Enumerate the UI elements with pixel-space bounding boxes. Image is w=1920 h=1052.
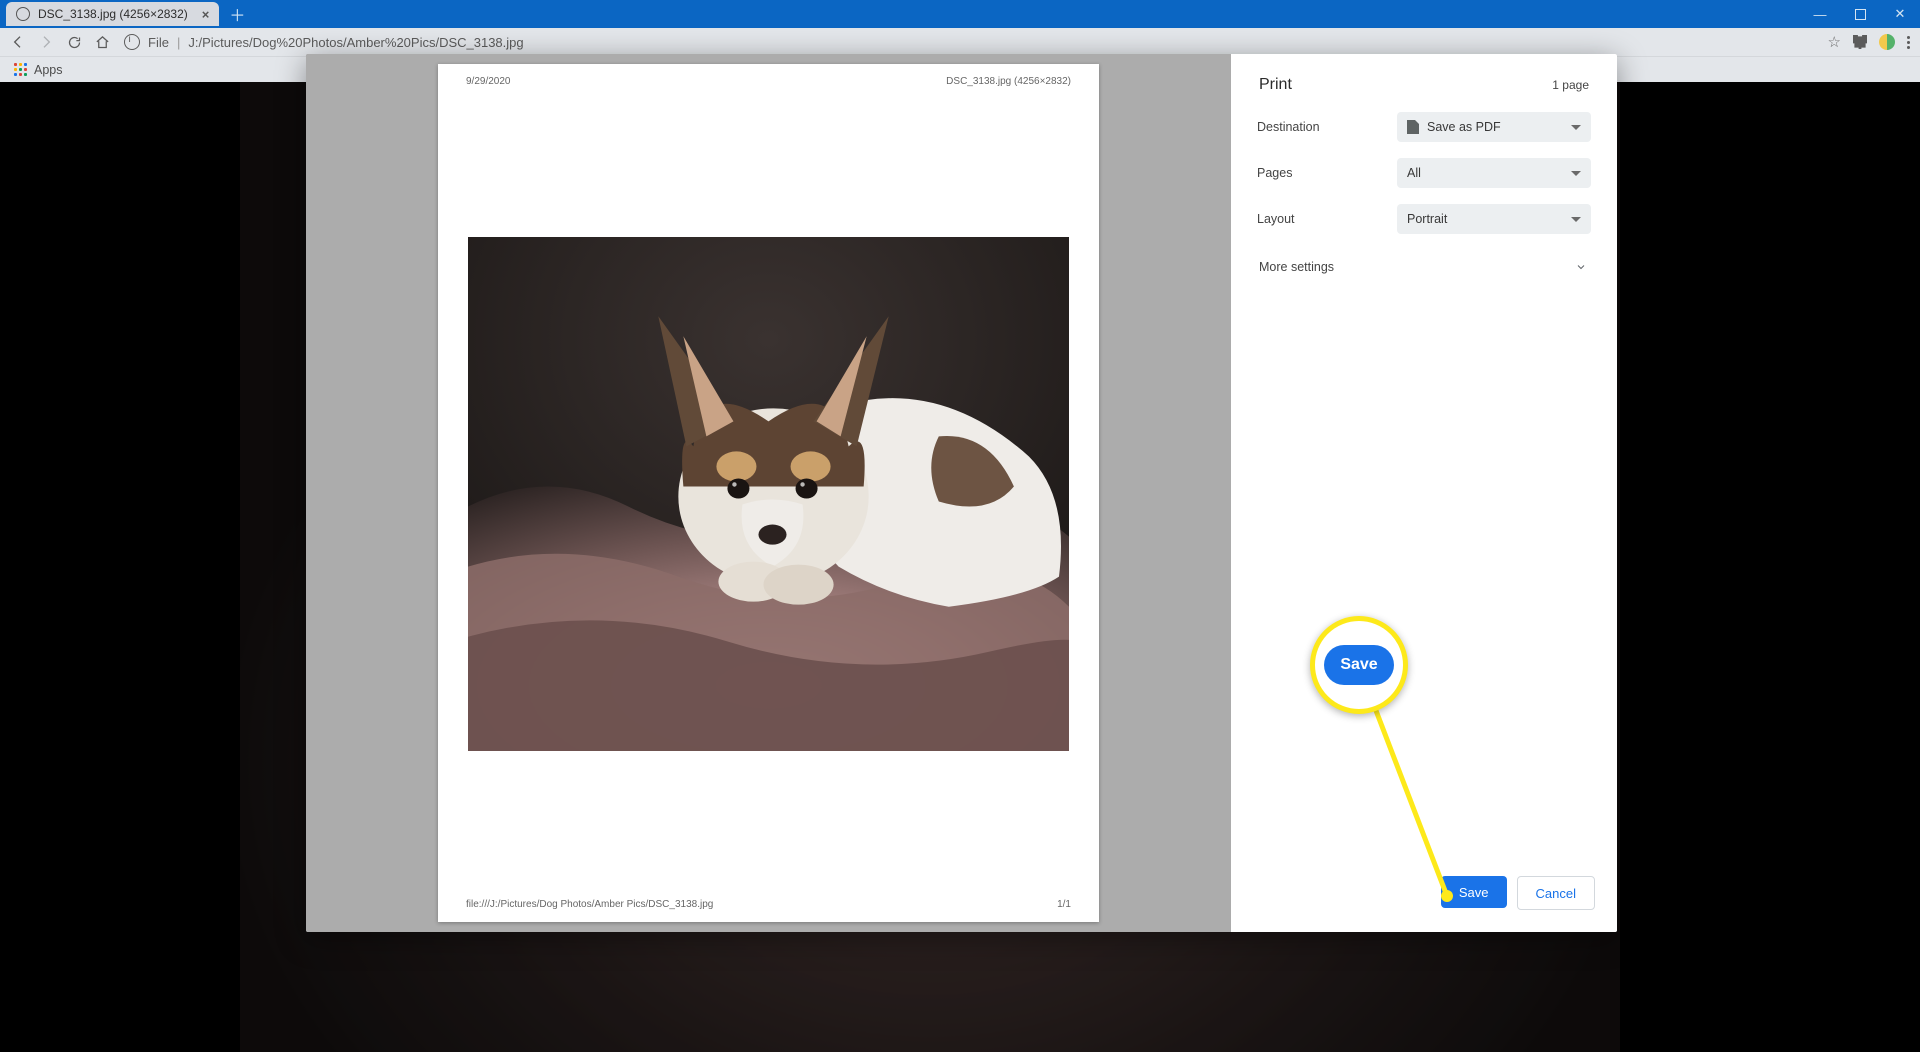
- apps-grid-icon: [14, 63, 28, 77]
- cancel-button[interactable]: Cancel: [1517, 876, 1595, 910]
- back-button[interactable]: [8, 32, 28, 52]
- print-dialog: 9/29/2020 DSC_3138.jpg (4256×2832): [306, 54, 1617, 932]
- print-preview: 9/29/2020 DSC_3138.jpg (4256×2832): [306, 54, 1231, 932]
- url-separator: |: [177, 35, 180, 50]
- preview-footer-path: file:///J:/Pictures/Dog Photos/Amber Pic…: [466, 899, 713, 910]
- minimize-button[interactable]: —: [1800, 0, 1840, 28]
- pages-value: All: [1407, 166, 1421, 180]
- preview-footer-page: 1/1: [1057, 899, 1071, 910]
- site-info-icon[interactable]: [124, 34, 140, 50]
- chevron-down-icon: [1571, 125, 1581, 130]
- layout-label: Layout: [1257, 212, 1397, 226]
- browser-toolbar: File | J:/Pictures/Dog%20Photos/Amber%20…: [0, 28, 1920, 56]
- close-window-button[interactable]: ✕: [1880, 0, 1920, 28]
- preview-image: [468, 237, 1069, 751]
- tab-title: DSC_3138.jpg (4256×2832): [38, 7, 188, 21]
- pdf-icon: [1407, 120, 1419, 134]
- address-bar[interactable]: File | J:/Pictures/Dog%20Photos/Amber%20…: [124, 34, 1828, 50]
- save-button[interactable]: Save: [1441, 876, 1507, 908]
- close-tab-icon[interactable]: ×: [202, 7, 210, 22]
- maximize-button[interactable]: [1840, 0, 1880, 28]
- chevron-down-icon: [1571, 171, 1581, 176]
- apps-label: Apps: [34, 63, 63, 77]
- extensions-icon[interactable]: [1853, 35, 1867, 49]
- window-controls: — ✕: [1800, 0, 1920, 28]
- apps-shortcut[interactable]: Apps: [14, 63, 63, 77]
- preview-date: 9/29/2020: [466, 76, 511, 87]
- print-settings-panel: Print 1 page Destination Save as PDF Pag…: [1231, 54, 1617, 932]
- destination-label: Destination: [1257, 120, 1397, 134]
- forward-button[interactable]: [36, 32, 56, 52]
- profile-avatar[interactable]: [1879, 34, 1895, 50]
- more-settings-toggle[interactable]: More settings: [1231, 242, 1617, 274]
- page-count: 1 page: [1552, 78, 1589, 92]
- browser-tab-bar: DSC_3138.jpg (4256×2832) × ＋ — ✕: [0, 0, 1920, 28]
- print-title: Print: [1259, 76, 1292, 94]
- url-scheme: File: [148, 35, 169, 50]
- preview-title: DSC_3138.jpg (4256×2832): [946, 76, 1071, 87]
- pages-label: Pages: [1257, 166, 1397, 180]
- annotation-save-pill: Save: [1324, 645, 1393, 685]
- preview-page: 9/29/2020 DSC_3138.jpg (4256×2832): [438, 64, 1099, 922]
- chrome-menu-button[interactable]: [1907, 36, 1910, 49]
- globe-icon: [16, 7, 30, 21]
- new-tab-button[interactable]: ＋: [225, 2, 249, 26]
- url-path: J:/Pictures/Dog%20Photos/Amber%20Pics/DS…: [188, 35, 523, 50]
- annotation-callout: Save: [1310, 616, 1408, 714]
- destination-value: Save as PDF: [1427, 120, 1501, 134]
- bookmark-star-icon[interactable]: ☆: [1828, 33, 1841, 51]
- layout-select[interactable]: Portrait: [1397, 204, 1591, 234]
- chevron-down-icon: [1571, 217, 1581, 222]
- browser-tab[interactable]: DSC_3138.jpg (4256×2832) ×: [6, 2, 219, 26]
- reload-button[interactable]: [64, 32, 84, 52]
- pages-select[interactable]: All: [1397, 158, 1591, 188]
- destination-select[interactable]: Save as PDF: [1397, 112, 1591, 142]
- chevron-down-icon: [1575, 261, 1587, 273]
- more-settings-label: More settings: [1259, 260, 1334, 274]
- home-button[interactable]: [92, 32, 112, 52]
- layout-value: Portrait: [1407, 212, 1447, 226]
